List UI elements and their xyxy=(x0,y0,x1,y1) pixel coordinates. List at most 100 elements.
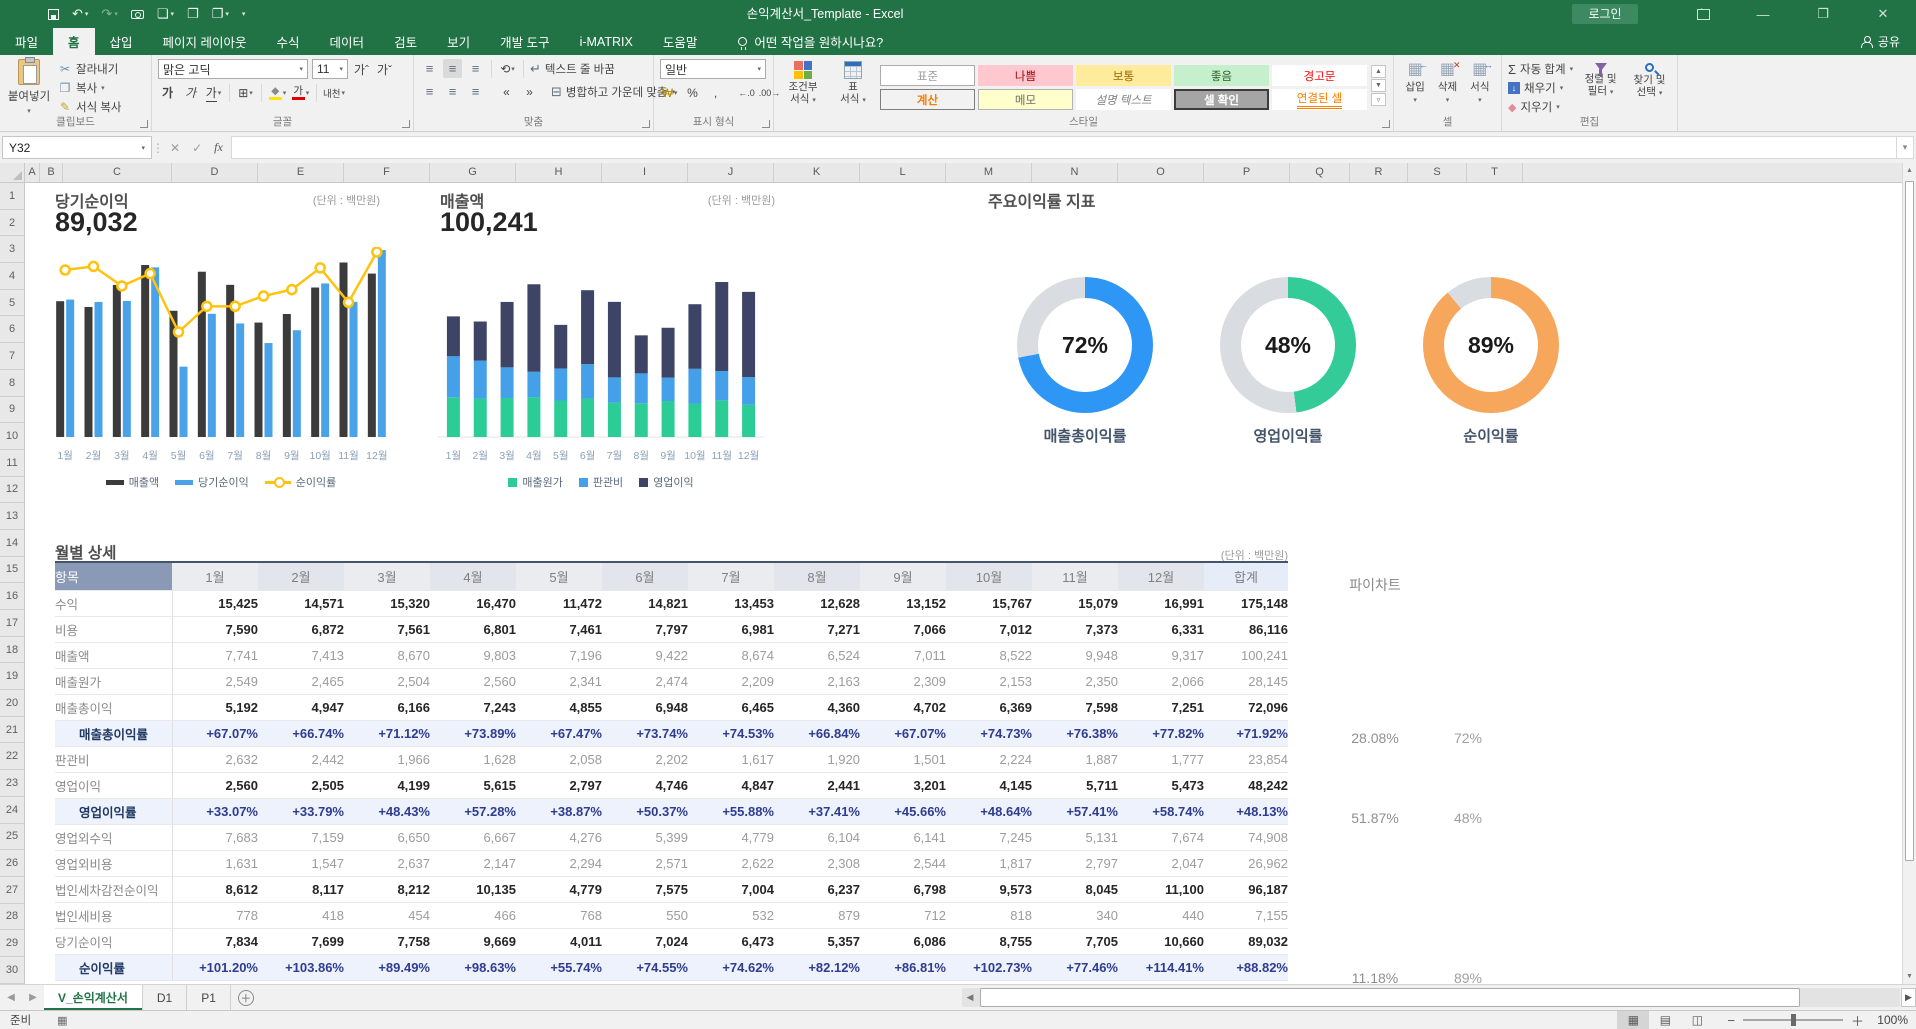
gallery-more-icon[interactable]: ▿ xyxy=(1371,93,1386,106)
insert-cells-button[interactable]: ▦← 삽입▾ xyxy=(1400,59,1430,115)
minimize-icon[interactable]: — xyxy=(1746,0,1780,28)
cell-매출액-1월[interactable]: 7,741 xyxy=(172,642,258,668)
style-cell-메모[interactable]: 메모 xyxy=(978,89,1073,110)
cell-영업외비용-12월[interactable]: 2,047 xyxy=(1118,850,1204,876)
row-header-2[interactable]: 2 xyxy=(0,210,24,237)
enter-formula-icon[interactable]: ✓ xyxy=(192,141,202,155)
cell-법인세비용-11월[interactable]: 340 xyxy=(1032,902,1118,928)
table-header-합계[interactable]: 합계 xyxy=(1204,562,1288,590)
table-header-10월[interactable]: 10월 xyxy=(946,562,1032,590)
column-header-H[interactable]: H xyxy=(516,163,602,183)
font-dialog-launcher[interactable] xyxy=(402,120,410,128)
top-align-button[interactable]: ≡ xyxy=(420,59,439,78)
cell-영업이익-10월[interactable]: 4,145 xyxy=(946,772,1032,798)
cell-매출액-12월[interactable]: 9,317 xyxy=(1118,642,1204,668)
vertical-scrollbar[interactable]: ▲ ▼ xyxy=(1902,163,1916,984)
style-cell-보통[interactable]: 보통 xyxy=(1076,65,1171,86)
cell-매출원가-4월[interactable]: 2,560 xyxy=(430,668,516,694)
cell-당기순이익-4월[interactable]: 9,669 xyxy=(430,928,516,954)
row-header-9[interactable]: 9 xyxy=(0,397,24,424)
column-header-J[interactable]: J xyxy=(688,163,774,183)
column-header-M[interactable]: M xyxy=(946,163,1032,183)
middle-align-button[interactable]: ≡ xyxy=(443,59,462,78)
cell-수익-9월[interactable]: 13,152 xyxy=(860,590,946,616)
cancel-formula-icon[interactable]: ✕ xyxy=(170,141,180,155)
cell-수익-5월[interactable]: 11,472 xyxy=(516,590,602,616)
cell-비용-5월[interactable]: 7,461 xyxy=(516,616,602,642)
ribbon-tab-삽입[interactable]: 삽입 xyxy=(95,28,148,55)
cell-순이익률-9월[interactable]: +86.81% xyxy=(860,954,946,980)
cell-당기순이익-1월[interactable]: 7,834 xyxy=(172,928,258,954)
row-header-4[interactable]: 4 xyxy=(0,263,24,290)
column-header-E[interactable]: E xyxy=(258,163,344,183)
cell-영업이익-total[interactable]: 48,242 xyxy=(1204,772,1288,798)
table-header-12월[interactable]: 12월 xyxy=(1118,562,1204,590)
font-name-combo[interactable]: 맑은 고딕▾ xyxy=(158,59,308,79)
cell-법인세차감전순이익-1월[interactable]: 8,612 xyxy=(172,876,258,902)
macro-record-icon[interactable]: ▦ xyxy=(57,1014,67,1027)
cell-법인세차감전순이익-6월[interactable]: 7,575 xyxy=(602,876,688,902)
sheet-tab-P1[interactable]: P1 xyxy=(187,985,231,1010)
next-sheet-icon[interactable]: ▶ xyxy=(22,985,44,1010)
cell-영업이익-1월[interactable]: 2,560 xyxy=(172,772,258,798)
table-header-7월[interactable]: 7월 xyxy=(688,562,774,590)
cell-영업이익률-2월[interactable]: +33.79% xyxy=(258,798,344,824)
cell-영업외수익-11월[interactable]: 5,131 xyxy=(1032,824,1118,850)
column-header-O[interactable]: O xyxy=(1118,163,1204,183)
cell-매출액-5월[interactable]: 7,196 xyxy=(516,642,602,668)
cell-영업이익-3월[interactable]: 4,199 xyxy=(344,772,430,798)
wrap-text-button[interactable]: ↵텍스트 줄 바꿈 xyxy=(530,61,615,77)
cell-판관비-3월[interactable]: 1,966 xyxy=(344,746,430,772)
cell-영업외비용-3월[interactable]: 2,637 xyxy=(344,850,430,876)
cell-매출총이익률-8월[interactable]: +66.84% xyxy=(774,720,860,746)
cell-매출총이익-10월[interactable]: 6,369 xyxy=(946,694,1032,720)
cell-영업외수익-5월[interactable]: 4,276 xyxy=(516,824,602,850)
cell-매출총이익-9월[interactable]: 4,702 xyxy=(860,694,946,720)
cell-당기순이익-2월[interactable]: 7,699 xyxy=(258,928,344,954)
cell-수익-6월[interactable]: 14,821 xyxy=(602,590,688,616)
cell-영업외수익-3월[interactable]: 6,650 xyxy=(344,824,430,850)
cell-영업이익률-1월[interactable]: +33.07% xyxy=(172,798,258,824)
sheet-canvas[interactable]: 당기순이익 (단위 : 백만원) 89,032 1월2월3월4월5월6월7월8월… xyxy=(25,183,1902,984)
cell-순이익률-5월[interactable]: +55.74% xyxy=(516,954,602,980)
cell-순이익률-7월[interactable]: +74.62% xyxy=(688,954,774,980)
cell-순이익률-10월[interactable]: +102.73% xyxy=(946,954,1032,980)
select-all-corner[interactable] xyxy=(0,163,25,183)
zoom-slider[interactable] xyxy=(1743,1019,1843,1021)
cell-매출액-8월[interactable]: 6,524 xyxy=(774,642,860,668)
bold-button[interactable]: 가 xyxy=(158,83,177,102)
scroll-right-icon[interactable]: ▶ xyxy=(1901,988,1916,1007)
row-header-25[interactable]: 25 xyxy=(0,824,24,851)
cell-순이익률-6월[interactable]: +74.55% xyxy=(602,954,688,980)
cell-판관비-9월[interactable]: 1,501 xyxy=(860,746,946,772)
cell-매출원가-7월[interactable]: 2,209 xyxy=(688,668,774,694)
row-label-영업외비용[interactable]: 영업외비용 xyxy=(55,850,172,876)
row-header-26[interactable]: 26 xyxy=(0,850,24,877)
style-cell-연결된 셀[interactable]: 연결된 셀 xyxy=(1272,89,1367,110)
scroll-left-icon[interactable]: ◀ xyxy=(962,988,978,1007)
cell-법인세비용-2월[interactable]: 418 xyxy=(258,902,344,928)
column-header-K[interactable]: K xyxy=(774,163,860,183)
cell-비용-total[interactable]: 86,116 xyxy=(1204,616,1288,642)
column-header-Q[interactable]: Q xyxy=(1290,163,1350,183)
cell-영업외수익-12월[interactable]: 7,674 xyxy=(1118,824,1204,850)
cell-영업이익-7월[interactable]: 4,847 xyxy=(688,772,774,798)
cell-판관비-11월[interactable]: 1,887 xyxy=(1032,746,1118,772)
cell-비용-10월[interactable]: 7,012 xyxy=(946,616,1032,642)
cell-수익-7월[interactable]: 13,453 xyxy=(688,590,774,616)
cell-영업이익-6월[interactable]: 4,746 xyxy=(602,772,688,798)
page-layout-view-button[interactable]: ▤ xyxy=(1649,1011,1681,1029)
cell-순이익률-3월[interactable]: +89.49% xyxy=(344,954,430,980)
sheet-tab-D1[interactable]: D1 xyxy=(143,985,187,1010)
cell-영업이익-5월[interactable]: 2,797 xyxy=(516,772,602,798)
cell-매출원가-2월[interactable]: 2,465 xyxy=(258,668,344,694)
cell-매출총이익률-6월[interactable]: +73.74% xyxy=(602,720,688,746)
sheet-tab-V_손익계산서[interactable]: V_손익계산서 xyxy=(44,985,143,1010)
donut-영업이익률[interactable]: 48% xyxy=(1220,277,1356,413)
cell-법인세차감전순이익-11월[interactable]: 8,045 xyxy=(1032,876,1118,902)
row-header-15[interactable]: 15 xyxy=(0,557,24,584)
row-header-7[interactable]: 7 xyxy=(0,343,24,370)
ribbon-tab-도움말[interactable]: 도움말 xyxy=(648,28,713,55)
number-dialog-launcher[interactable] xyxy=(762,120,770,128)
cell-매출총이익-8월[interactable]: 4,360 xyxy=(774,694,860,720)
